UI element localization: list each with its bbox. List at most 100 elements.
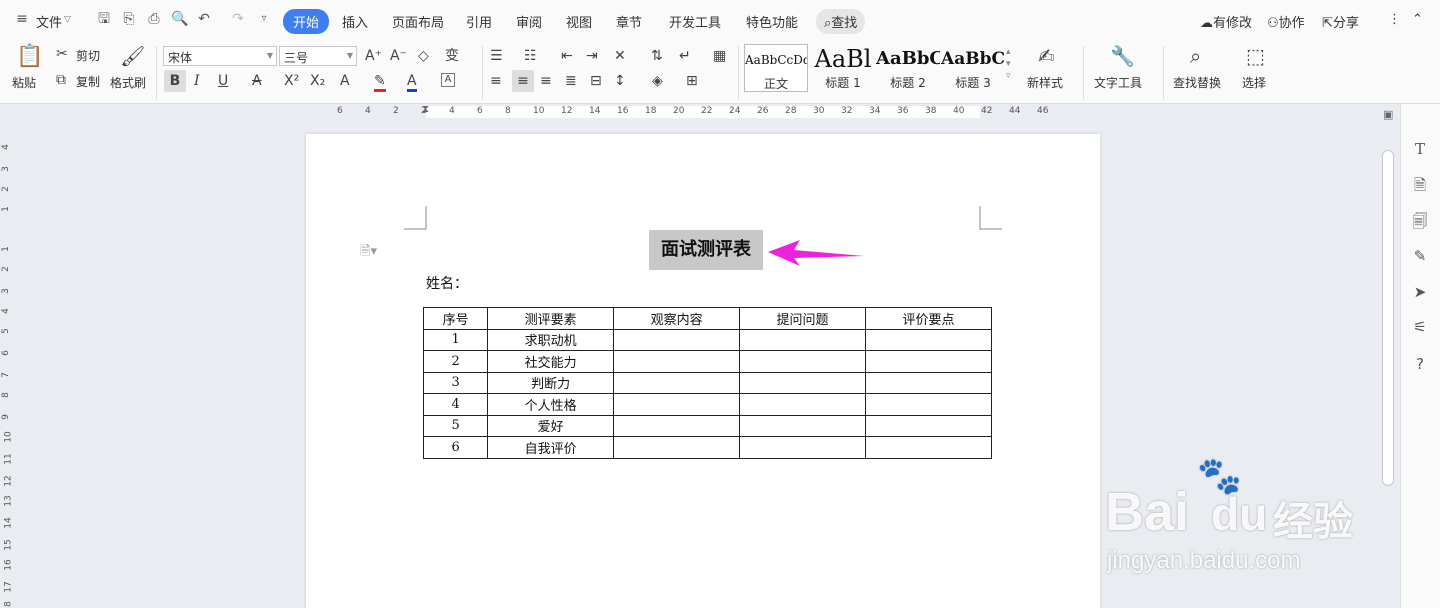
shrink-font-icon[interactable]: A⁻	[390, 48, 407, 64]
select-icon[interactable]: ⬚	[1246, 44, 1265, 68]
align-right-icon[interactable]: ≡	[540, 73, 552, 89]
more-icon[interactable]: ⋮	[1388, 12, 1401, 27]
table-cell[interactable]	[865, 350, 992, 373]
grow-font-icon[interactable]: A⁺	[365, 48, 382, 64]
document-icon[interactable]: 🗎	[1411, 176, 1429, 194]
name-label[interactable]: 姓名：	[426, 273, 468, 293]
table-cell[interactable]	[739, 350, 867, 373]
table-cell[interactable]	[865, 393, 992, 416]
style-heading-3[interactable]: AaBbC 标题 3	[941, 44, 1005, 92]
find-replace-button[interactable]: 查找替换	[1173, 74, 1221, 91]
collapse-ribbon-icon[interactable]: ⌃	[1412, 12, 1423, 27]
table-cell[interactable]: 1	[422, 328, 489, 351]
table-cell[interactable]: 判断力	[487, 371, 615, 394]
border-icon[interactable]: ⊞	[686, 73, 698, 89]
header-cell[interactable]: 观察内容	[613, 307, 741, 330]
shading-icon[interactable]: ◈	[652, 73, 663, 89]
select-button[interactable]: 选择	[1242, 74, 1266, 91]
table-cell[interactable]	[865, 371, 992, 394]
table-cell[interactable]: 爱好	[487, 414, 615, 437]
indent-marker-icon[interactable]: ⧗	[422, 104, 430, 120]
table-style-icon[interactable]: ▦	[713, 48, 726, 64]
pen-icon[interactable]: ✎	[1411, 247, 1429, 265]
distribute-icon[interactable]: ⊟	[590, 73, 602, 89]
tab-developer[interactable]: 开发工具	[669, 12, 721, 31]
format-painter-icon[interactable]: 🖌	[120, 44, 145, 68]
share-button[interactable]: ⇱分享	[1322, 12, 1359, 31]
subscript-icon[interactable]: X₂	[310, 73, 325, 89]
bullet-list-icon[interactable]: ☰	[490, 48, 503, 64]
tab-page-layout[interactable]: 页面布局	[392, 12, 444, 31]
print-preview-icon[interactable]: 🔍	[171, 11, 188, 27]
table-cell[interactable]	[613, 350, 741, 373]
pointer-icon[interactable]: ➤	[1411, 283, 1429, 301]
styles-scroll-icon[interactable]: ▴ ▾ ▿	[1006, 46, 1011, 82]
table-cell[interactable]	[865, 436, 992, 459]
header-cell[interactable]: 评价要点	[865, 307, 992, 330]
tab-chapter[interactable]: 章节	[616, 12, 642, 31]
paragraph-options-icon[interactable]: 🗎▾	[360, 242, 377, 264]
increase-indent-icon[interactable]: ⇥	[586, 48, 598, 64]
search-box[interactable]: ⌕查找	[816, 9, 866, 34]
text-effect-icon[interactable]: A	[340, 73, 350, 89]
underline-icon[interactable]: U	[218, 73, 228, 89]
numbered-list-icon[interactable]: ☷	[524, 48, 537, 64]
table-cell[interactable]	[865, 414, 992, 437]
table-cell[interactable]	[739, 393, 867, 416]
paste-icon[interactable]: 📋	[16, 44, 43, 70]
table-cell[interactable]	[613, 328, 741, 351]
customize-icon[interactable]: ▿	[256, 11, 272, 27]
table-cell[interactable]: 自我评价	[487, 436, 615, 459]
font-size-select[interactable]: 三号 ▼	[279, 46, 357, 66]
tab-special[interactable]: 特色功能	[746, 12, 798, 31]
table-cell[interactable]: 求职动机	[487, 328, 615, 351]
chinese-layout-icon[interactable]: ✕	[614, 48, 626, 64]
print-icon[interactable]: ⎙	[146, 11, 162, 27]
header-cell[interactable]: 提问问题	[739, 307, 867, 330]
redo-icon[interactable]: ↷	[230, 11, 246, 27]
bold-icon[interactable]: B	[164, 70, 186, 92]
horizontal-ruler[interactable]: 6 4 2 2 4 6 8 10 12 14 16 18 20 22 24 26 28 30 32 34 36 38 40 4…	[320, 104, 1090, 120]
phonetic-icon[interactable]: 变	[445, 48, 459, 64]
adjust-icon[interactable]: ⚟	[1411, 318, 1429, 336]
table-cell[interactable]: 2	[422, 350, 489, 373]
tab-review[interactable]: 审阅	[516, 12, 542, 31]
tab-insert[interactable]: 插入	[342, 12, 368, 31]
copy-icon[interactable]: ⧉	[56, 72, 66, 88]
save-icon[interactable]: 🖫	[96, 11, 112, 27]
copy-button[interactable]: 复制	[76, 73, 100, 90]
help-icon[interactable]: ?	[1411, 355, 1429, 373]
table-cell[interactable]: 社交能力	[487, 350, 615, 373]
char-border-icon[interactable]: A	[441, 73, 455, 87]
split-view-icon[interactable]: ▣	[1383, 108, 1393, 121]
new-style-button[interactable]: 新样式	[1027, 74, 1063, 91]
highlight-icon[interactable]: ✎	[374, 73, 386, 92]
text-tool-icon[interactable]: 🔧	[1110, 44, 1135, 68]
style-normal[interactable]: AaBbCcDd 正文	[744, 44, 808, 92]
strikethrough-icon[interactable]: A	[252, 73, 262, 89]
vertical-ruler[interactable]: 4 3 2 1 1 2 3 4 5 6 7 8 9 10 11 12 13 14 15 16 17 18	[0, 104, 16, 608]
undo-icon[interactable]: ↶	[196, 11, 212, 27]
text-icon[interactable]: T	[1411, 140, 1429, 158]
table-cell[interactable]: 5	[422, 414, 489, 437]
document-title[interactable]: 面试测评表	[649, 230, 763, 270]
tab-view[interactable]: 视图	[566, 12, 592, 31]
evaluation-table[interactable]: 序号 测评要素 观察内容 提问问题 评价要点 1 求职动机 2 社交能力 3 判断力 …	[422, 307, 992, 459]
collab-button[interactable]: ⚇协作	[1267, 12, 1305, 31]
sort-icon[interactable]: ⇅	[651, 48, 663, 64]
cut-button[interactable]: 剪切	[76, 47, 100, 64]
decrease-indent-icon[interactable]: ⇤	[561, 48, 573, 64]
style-heading-2[interactable]: AaBbC 标题 2	[876, 44, 940, 92]
header-cell[interactable]: 序号	[422, 307, 489, 330]
chevron-down-icon[interactable]: ▽	[64, 15, 71, 25]
style-heading-1[interactable]: AaBl 标题 1	[811, 44, 875, 92]
scissors-icon[interactable]: ✂	[56, 46, 68, 62]
table-cell[interactable]	[739, 328, 867, 351]
superscript-icon[interactable]: X²	[284, 73, 299, 89]
table-cell[interactable]: 3	[422, 371, 489, 394]
doc-settings-icon[interactable]: 🗐	[1411, 212, 1429, 230]
font-name-select[interactable]: 宋体 ▼	[163, 46, 277, 66]
table-cell[interactable]	[739, 414, 867, 437]
table-cell[interactable]: 6	[422, 436, 489, 459]
clear-format-icon[interactable]: ◇	[418, 48, 429, 64]
